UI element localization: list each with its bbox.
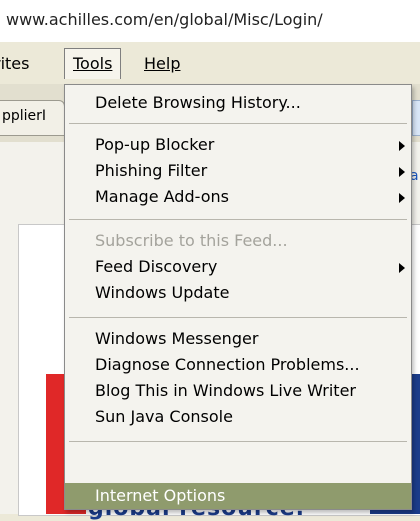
menu-item-manage-addons[interactable]: Manage Add-ons bbox=[95, 185, 229, 209]
menu-favorites[interactable]: rites bbox=[0, 52, 35, 75]
browser-tab[interactable]: pplierI bbox=[0, 100, 65, 136]
address-bar[interactable]: www.achilles.com/en/global/Misc/Login/ bbox=[0, 0, 420, 42]
submenu-arrow-icon bbox=[399, 263, 405, 273]
menu-item-label: Manage Add-ons bbox=[95, 187, 229, 206]
tools-menu: Delete Browsing History... Pop-up Blocke… bbox=[64, 84, 412, 510]
menu-item-label: Feed Discovery bbox=[95, 257, 218, 276]
menu-help-label: Help bbox=[144, 54, 181, 73]
menu-item-label: Internet Options bbox=[95, 486, 226, 505]
menu-item-sun-java-console[interactable]: Sun Java Console bbox=[95, 405, 233, 429]
menu-separator bbox=[69, 441, 407, 442]
menu-item-windows-messenger[interactable]: Windows Messenger bbox=[95, 327, 258, 351]
menu-bar: rites Tools Help bbox=[0, 42, 420, 85]
submenu-arrow-icon bbox=[399, 167, 405, 177]
submenu-arrow-icon bbox=[399, 141, 405, 151]
url-text[interactable]: www.achilles.com/en/global/Misc/Login/ bbox=[6, 10, 323, 29]
new-tab-stub[interactable] bbox=[412, 100, 420, 136]
menu-tools[interactable]: Tools bbox=[64, 48, 122, 79]
browser-tab-label: pplierI bbox=[2, 108, 47, 124]
menu-separator bbox=[69, 317, 407, 318]
submenu-arrow-icon bbox=[399, 193, 405, 203]
menu-separator bbox=[69, 219, 407, 220]
menu-item-blog-this[interactable]: Blog This in Windows Live Writer bbox=[95, 379, 356, 403]
menu-tools-label: Tools bbox=[73, 54, 113, 73]
menu-item-delete-browsing-history[interactable]: Delete Browsing History... bbox=[95, 91, 301, 115]
menu-separator bbox=[69, 123, 407, 124]
menu-help[interactable]: Help bbox=[138, 52, 186, 75]
menu-item-label: Phishing Filter bbox=[95, 161, 208, 180]
menu-item-phishing-filter[interactable]: Phishing Filter bbox=[95, 159, 207, 183]
menu-item-popup-blocker[interactable]: Pop-up Blocker bbox=[95, 133, 405, 157]
menu-item-diagnose-connection[interactable]: Diagnose Connection Problems... bbox=[95, 353, 360, 377]
menu-item-windows-update[interactable]: Windows Update bbox=[95, 281, 229, 305]
menu-item-subscribe-feed: Subscribe to this Feed... bbox=[95, 231, 288, 250]
menu-item-internet-options[interactable]: Internet Options bbox=[65, 483, 411, 509]
menu-item-feed-discovery[interactable]: Feed Discovery bbox=[95, 255, 217, 279]
menu-item-label: Pop-up Blocker bbox=[95, 135, 215, 154]
